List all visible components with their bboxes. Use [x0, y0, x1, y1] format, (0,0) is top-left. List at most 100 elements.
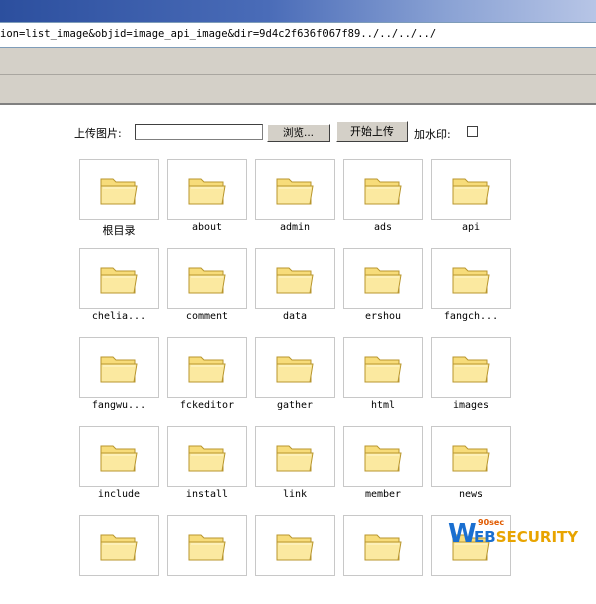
folder-name[interactable]: 根目录 [69, 222, 169, 238]
folder-item[interactable]: images [431, 337, 511, 426]
folder-name[interactable]: about [157, 222, 257, 233]
folder-name[interactable]: ershou [333, 311, 433, 322]
folder-name[interactable]: fangwu... [69, 400, 169, 411]
folder-icon [188, 178, 226, 205]
upload-image-label: 上传图片: [74, 127, 122, 140]
folder-thumbnail[interactable] [431, 248, 511, 309]
folder-item[interactable]: ershou [343, 248, 423, 337]
folder-item[interactable]: fangch... [431, 248, 511, 337]
browse-button[interactable]: 浏览... [267, 124, 330, 142]
folder-thumbnail[interactable] [431, 159, 511, 220]
folder-icon [276, 356, 314, 383]
folder-thumbnail[interactable] [79, 426, 159, 487]
folder-item[interactable]: fangwu... [79, 337, 159, 426]
folder-name[interactable]: html [333, 400, 433, 411]
folder-thumbnail[interactable] [255, 515, 335, 576]
folder-icon [364, 267, 402, 294]
folder-item[interactable]: api [431, 159, 511, 248]
logo-text: EBSECURITY [474, 528, 579, 546]
folder-icon [452, 445, 490, 472]
folder-icon [188, 356, 226, 383]
upload-file-field[interactable] [135, 124, 263, 140]
folder-item[interactable]: news [431, 426, 511, 515]
folder-thumbnail[interactable] [343, 248, 423, 309]
folder-item[interactable] [255, 515, 335, 604]
folder-thumbnail[interactable] [255, 248, 335, 309]
folder-thumbnail[interactable] [255, 159, 335, 220]
folder-icon [364, 534, 402, 561]
folder-thumbnail[interactable] [167, 159, 247, 220]
window-title-bar [0, 0, 596, 22]
folder-name[interactable]: member [333, 489, 433, 500]
folder-item[interactable]: chelia... [79, 248, 159, 337]
folder-item[interactable]: link [255, 426, 335, 515]
logo-watermark: W 90sec EBSECURITY [448, 518, 594, 548]
folder-thumbnail[interactable] [343, 159, 423, 220]
folder-icon [364, 445, 402, 472]
folder-name[interactable]: chelia... [69, 311, 169, 322]
folder-name[interactable]: fangch... [421, 311, 521, 322]
folder-icon [276, 178, 314, 205]
folder-name[interactable]: gather [245, 400, 345, 411]
folder-name[interactable]: images [421, 400, 521, 411]
folder-item[interactable] [343, 515, 423, 604]
folder-thumbnail[interactable] [167, 337, 247, 398]
folder-name[interactable]: api [421, 222, 521, 233]
folder-item[interactable]: admin [255, 159, 335, 248]
folder-item[interactable]: comment [167, 248, 247, 337]
logo-w: W [448, 519, 477, 549]
folder-thumbnail[interactable] [255, 337, 335, 398]
start-upload-button[interactable]: 开始上传 [336, 121, 408, 142]
folder-thumbnail[interactable] [343, 515, 423, 576]
watermark-checkbox[interactable] [467, 126, 478, 137]
folder-name[interactable]: fckeditor [157, 400, 257, 411]
folder-thumbnail[interactable] [79, 515, 159, 576]
folder-item[interactable]: member [343, 426, 423, 515]
folder-item[interactable]: include [79, 426, 159, 515]
folder-item[interactable] [79, 515, 159, 604]
folder-thumbnail[interactable] [431, 426, 511, 487]
address-bar[interactable]: ion=list_image&objid=image_api_image&dir… [0, 22, 596, 48]
folder-item[interactable]: install [167, 426, 247, 515]
folder-thumbnail[interactable] [343, 337, 423, 398]
folder-icon [276, 534, 314, 561]
folder-name[interactable]: data [245, 311, 345, 322]
upload-form: 上传图片: 浏览... 开始上传 加水印: [74, 120, 494, 142]
folder-item[interactable] [167, 515, 247, 604]
folder-name[interactable]: admin [245, 222, 345, 233]
folder-item[interactable]: fckeditor [167, 337, 247, 426]
toolbar-strip [0, 48, 596, 75]
folder-name[interactable]: install [157, 489, 257, 500]
folder-thumbnail[interactable] [343, 426, 423, 487]
folder-item[interactable]: 根目录 [79, 159, 159, 248]
frame-header-strip [0, 75, 596, 105]
folder-name[interactable]: link [245, 489, 345, 500]
folder-thumbnail[interactable] [167, 515, 247, 576]
folder-item[interactable]: html [343, 337, 423, 426]
folder-thumbnail[interactable] [79, 159, 159, 220]
folder-thumbnail[interactable] [255, 426, 335, 487]
folder-icon [100, 445, 138, 472]
folder-icon [188, 267, 226, 294]
folder-name[interactable]: include [69, 489, 169, 500]
folder-icon [364, 356, 402, 383]
folder-name[interactable]: news [421, 489, 521, 500]
folder-item[interactable]: ads [343, 159, 423, 248]
folder-thumbnail[interactable] [167, 426, 247, 487]
folder-item[interactable]: gather [255, 337, 335, 426]
folder-icon [100, 356, 138, 383]
address-url[interactable]: ion=list_image&objid=image_api_image&dir… [0, 28, 436, 40]
folder-thumbnail[interactable] [79, 248, 159, 309]
folder-icon [100, 178, 138, 205]
folder-item[interactable]: about [167, 159, 247, 248]
folder-icon [276, 445, 314, 472]
folder-name[interactable]: comment [157, 311, 257, 322]
folder-thumbnail[interactable] [431, 337, 511, 398]
folder-thumbnail[interactable] [167, 248, 247, 309]
folder-icon [452, 267, 490, 294]
folder-item[interactable]: data [255, 248, 335, 337]
folder-thumbnail[interactable] [79, 337, 159, 398]
folder-name[interactable]: ads [333, 222, 433, 233]
folder-icon [100, 534, 138, 561]
folder-icon [100, 267, 138, 294]
